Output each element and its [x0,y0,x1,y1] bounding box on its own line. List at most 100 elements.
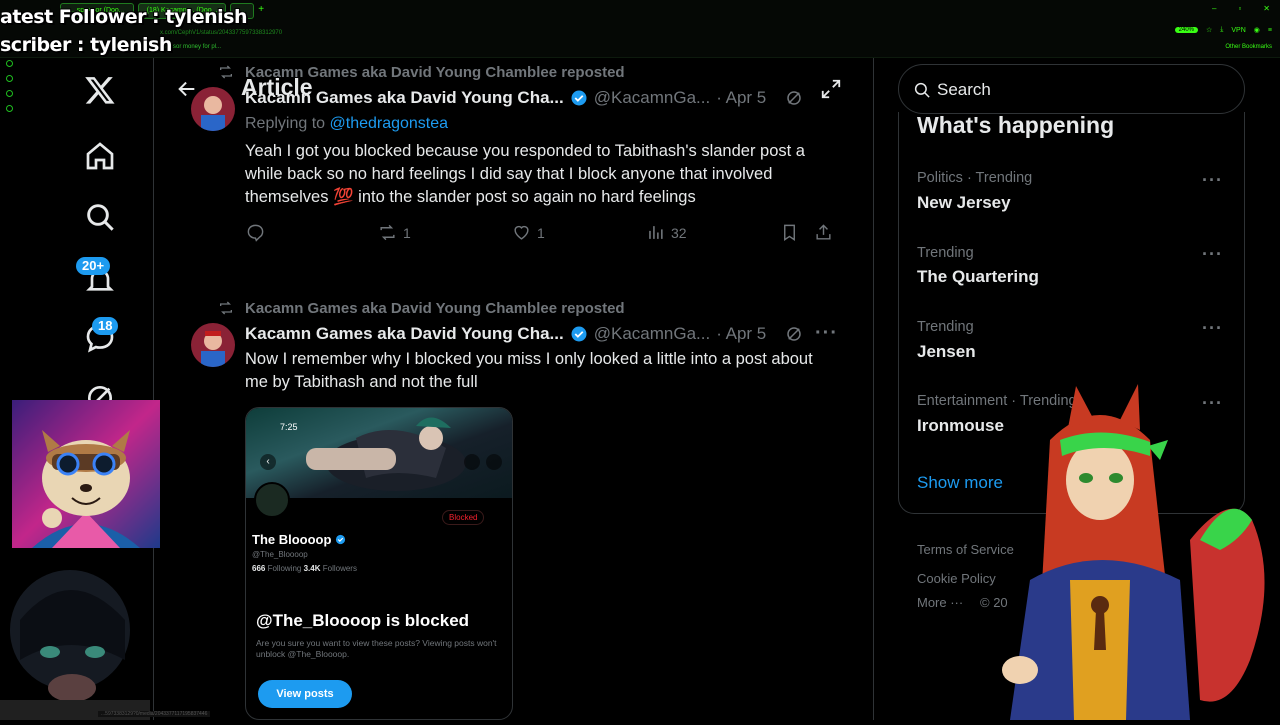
trend-more-icon[interactable]: ··· [1202,244,1223,265]
address-bar[interactable]: x.com/CephV1/status/2043377597338312970 [160,27,1120,40]
search-icon [914,82,930,98]
views-chart-icon [649,226,663,239]
tweet-text: Now I remember why I blocked you miss I … [245,350,813,391]
repost-label: Kacamn Games aka David Young Chamblee re… [245,64,625,81]
footer-cookie-link[interactable]: Cookie Policy [917,571,996,586]
author-handle[interactable]: @KacamnGa... [594,324,710,344]
verified-badge-icon [571,90,587,106]
like-count: 1 [537,224,545,241]
bookmark-icon [784,224,795,241]
star-icon[interactable]: ☆ [1206,26,1212,34]
browser-toolbar: 240% ☆ ⤓ VPN ◉ ≡ [1174,26,1272,34]
trend-meta: Trending [917,319,974,335]
embed-followers-count: 3.4K [303,564,321,573]
latest-follower-overlay: atest Follower : tylenish [0,6,248,28]
trend-more-icon[interactable]: ··· [1202,170,1223,191]
trend-meta: Politics · Trending [917,170,1033,186]
views-count: 32 [671,224,687,241]
tweet-date[interactable]: · Apr 5 [716,88,766,108]
embed-profile-name: The Bloooop [252,532,346,547]
trend-name: New Jersey [917,193,1011,212]
search-box[interactable] [898,64,1245,114]
embed-blocked-heading: @The_Bloooop is blocked [256,611,470,630]
embed-time: 7:25 [280,422,298,432]
tweet-text: Yeah I got you blocked because you respo… [245,142,805,206]
trend-name: The Quartering [917,267,1039,286]
zoom-level[interactable]: 240% [1174,27,1198,33]
retweet-icon [380,224,395,241]
avatar[interactable] [191,323,235,367]
embed-profile-avatar [254,482,290,518]
embed-back-icon: ‹ [260,454,276,470]
other-bookmarks[interactable]: Other Bookmarks [1225,44,1272,50]
embed-profile-stats: 666 Following 3.4K Followers [252,564,357,573]
latest-subscriber-overlay: scriber : tylenish [0,34,172,56]
status-bar-url: ...5973383129?0/media/204337711719583744… [98,711,211,717]
column-divider [873,58,874,720]
embed-banner-image: 7:25 ‹ [246,408,512,498]
expand-icon[interactable] [820,78,842,100]
tweet-media-image[interactable]: 7:25 ‹ Blocked The Bloooop @The_Bloooop … [245,407,513,720]
extensions-icon[interactable]: ◉ [1254,26,1260,34]
retweet-button[interactable]: 1 [378,223,411,242]
close-window-button[interactable]: ✕ [1263,4,1270,13]
sidebar-icon[interactable] [6,105,13,112]
streamer-webcam-image [0,560,150,720]
tweet-author-line: Kacamn Games aka David Young Cha... @Kac… [245,88,766,108]
trend-name: Jensen [917,342,976,361]
reply-to-handle[interactable]: @thedragonstea [330,115,449,132]
trends-panel-title: What's happening [917,112,1115,138]
share-icon [816,224,831,240]
embed-blocked-subtext: Are you sure you want to view these post… [256,638,497,659]
embed-followers-label: Followers [320,564,357,573]
embed-blocked-pill: Blocked [442,510,485,525]
retweet-count: 1 [403,224,411,241]
embed-view-posts-button: View posts [258,680,352,708]
footer-more-link[interactable]: More ··· [917,595,963,610]
verified-badge-icon [336,534,346,545]
search-icon[interactable] [84,201,116,233]
window-controls: – ▫ ✕ [1212,4,1270,13]
like-button[interactable]: 1 [512,223,545,242]
menu-icon[interactable]: ≡ [1268,27,1272,34]
sidebar-icon[interactable] [6,90,13,97]
new-tab-button[interactable]: + [258,3,264,19]
embed-search-icon [464,454,480,470]
replying-to: Replying to @thedragonstea [245,115,448,133]
repost-icon [218,300,234,321]
search-input[interactable] [937,75,1217,105]
repost-icon [218,64,236,80]
vpn-label[interactable]: VPN [1231,27,1245,34]
embed-profile-name-text: The Bloooop [252,532,332,547]
avatar[interactable] [191,87,235,131]
streamer-avatar-image [12,400,160,548]
messages-badge: 18 [92,317,119,335]
maximize-button[interactable]: ▫ [1238,4,1241,13]
minimize-button[interactable]: – [1212,4,1216,13]
repost-label: Kacamn Games aka David Young Chamblee re… [245,300,625,317]
embed-profile-handle: @The_Bloooop [252,550,308,559]
views-button[interactable]: 32 [646,223,687,242]
notifications-badge: 20+ [76,257,111,275]
x-logo-icon[interactable] [84,74,116,106]
bookmark-button[interactable] [780,223,799,242]
embed-more-icon [486,454,502,470]
reply-button[interactable] [246,223,265,242]
more-options-icon[interactable]: ··· [815,322,838,345]
grok-icon[interactable] [84,382,116,400]
vtuber-character-image [990,380,1280,720]
sidebar-icon[interactable] [6,60,13,67]
heart-icon [514,225,529,240]
grok-explain-icon[interactable] [785,89,803,112]
grok-explain-icon[interactable] [785,325,803,348]
author-handle[interactable]: @KacamnGa... [594,88,710,108]
trend-more-icon[interactable]: ··· [1202,318,1223,339]
sidebar-icon[interactable] [6,75,13,82]
author-name[interactable]: Kacamn Games aka David Young Cha... [245,88,564,108]
download-icon[interactable]: ⤓ [1220,26,1223,34]
verified-badge-icon [571,326,587,342]
share-button[interactable] [814,223,833,242]
home-icon[interactable] [84,140,116,172]
author-name[interactable]: Kacamn Games aka David Young Cha... [245,324,564,344]
tweet-date[interactable]: · Apr 5 [716,324,766,344]
